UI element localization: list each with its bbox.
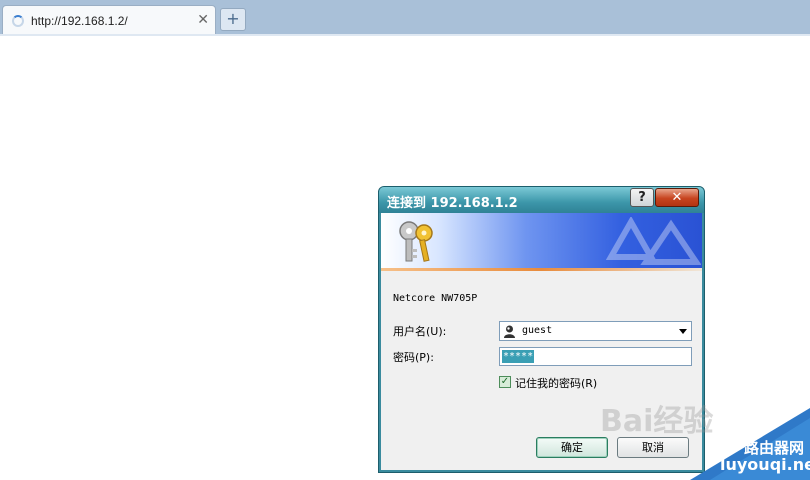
device-name: Netcore NW705P bbox=[393, 293, 478, 304]
ok-button[interactable]: 确定 bbox=[536, 437, 608, 458]
username-value: guest bbox=[522, 325, 553, 336]
dialog-titlebar[interactable]: 连接到 192.168.1.2 ? ✕ bbox=[379, 187, 704, 213]
dialog-title: 连接到 192.168.1.2 bbox=[387, 196, 518, 211]
new-tab-button[interactable]: + bbox=[220, 8, 246, 31]
help-button[interactable]: ? bbox=[630, 188, 654, 207]
loading-spinner-icon bbox=[12, 15, 24, 27]
banner-decoration-icon bbox=[605, 217, 701, 265]
banner-underline bbox=[381, 268, 702, 271]
cancel-button[interactable]: 取消 bbox=[617, 437, 689, 458]
site-watermark-en: luyouqi.net bbox=[720, 455, 810, 474]
tab-strip-divider bbox=[0, 34, 810, 36]
remember-password-label[interactable]: 记住我的密码(R) bbox=[515, 375, 597, 391]
password-value: ***** bbox=[502, 350, 535, 363]
keys-icon bbox=[399, 221, 433, 262]
username-label: 用户名(U): bbox=[393, 325, 447, 338]
username-combobox[interactable]: guest bbox=[499, 321, 692, 341]
chevron-down-icon[interactable] bbox=[679, 329, 687, 334]
browser-tab-strip: http://192.168.1.2/ ✕ + bbox=[0, 0, 810, 36]
remember-password-checkbox[interactable]: ✓ bbox=[499, 376, 511, 388]
close-button[interactable]: ✕ bbox=[655, 188, 699, 207]
browser-tab[interactable]: http://192.168.1.2/ ✕ bbox=[2, 5, 216, 36]
close-tab-icon[interactable]: ✕ bbox=[197, 12, 209, 28]
dialog-banner bbox=[381, 213, 702, 271]
password-field[interactable]: ***** bbox=[499, 347, 692, 366]
tab-title: http://192.168.1.2/ bbox=[31, 14, 128, 28]
password-label: 密码(P): bbox=[393, 351, 434, 364]
user-icon bbox=[504, 325, 515, 338]
